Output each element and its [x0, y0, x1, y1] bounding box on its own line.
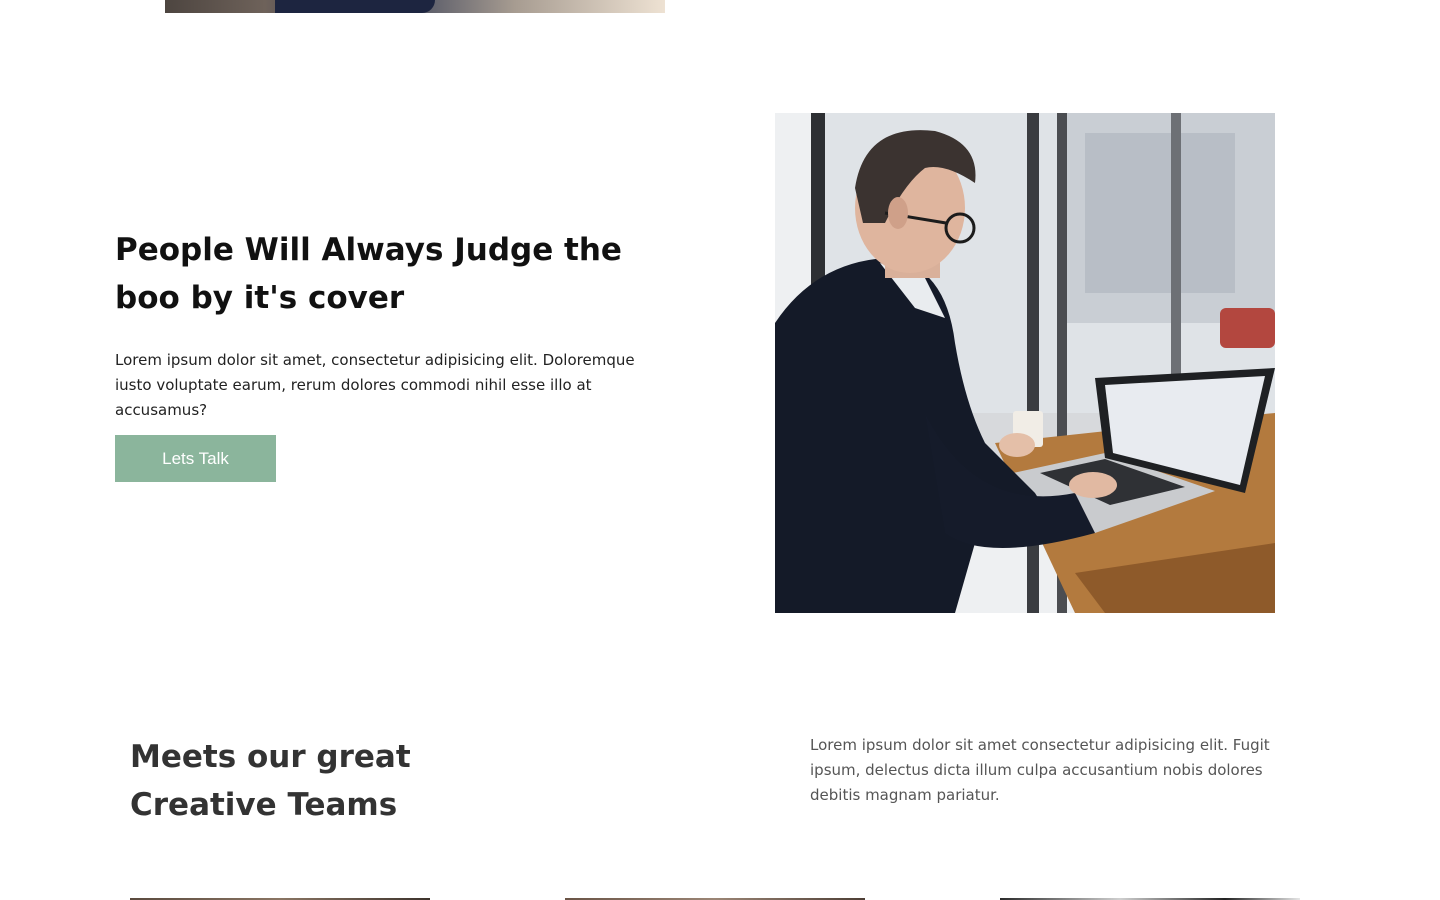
- previous-section-image: [165, 0, 665, 13]
- teams-description: Lorem ipsum dolor sit amet consectetur a…: [810, 736, 1270, 804]
- hero-description: Lorem ipsum dolor sit amet, consectetur …: [115, 351, 635, 419]
- hero-title: People Will Always Judge the boo by it's…: [115, 232, 622, 316]
- teams-title: Meets our great Creative Teams: [130, 739, 411, 823]
- hero-text-block: People Will Always Judge the boo by it's…: [115, 226, 655, 423]
- lets-talk-button[interactable]: Lets Talk: [115, 435, 276, 482]
- hero-photo: [775, 113, 1275, 613]
- page: People Will Always Judge the boo by it's…: [0, 0, 1440, 900]
